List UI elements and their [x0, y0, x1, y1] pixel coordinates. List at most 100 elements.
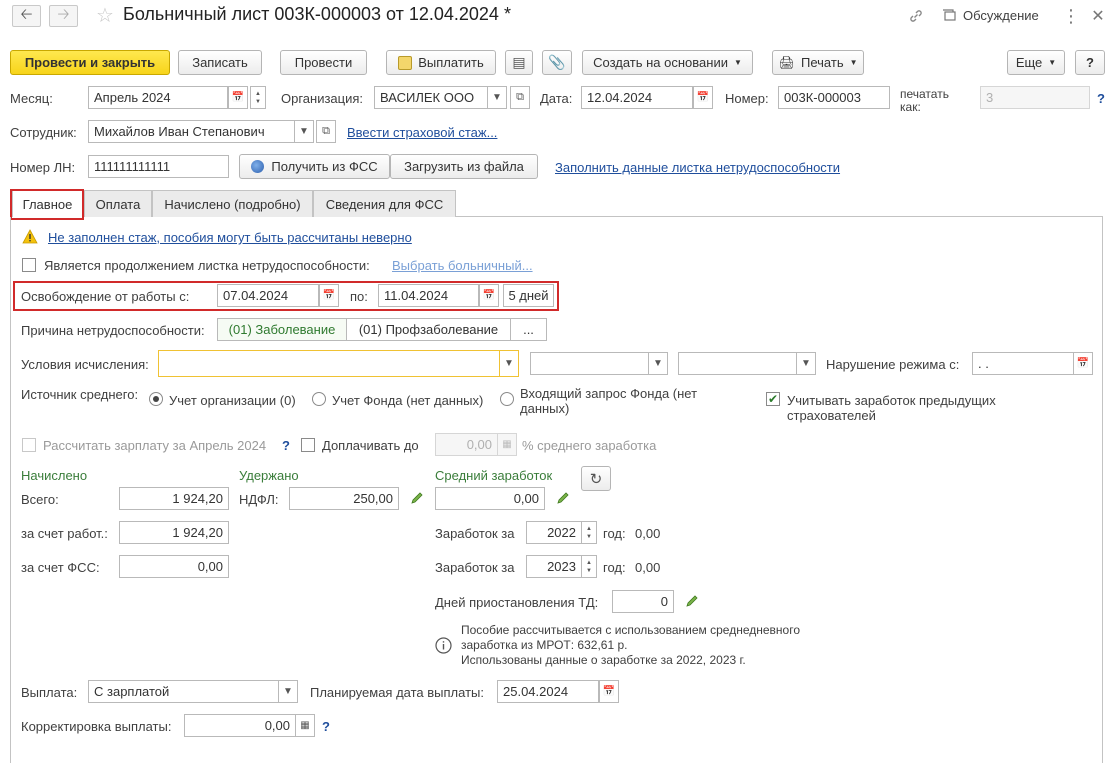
- calendar-button[interactable]: 📅: [599, 680, 619, 703]
- save-button[interactable]: Записать: [178, 50, 262, 75]
- conditions-dropdown-button-3[interactable]: ▼: [796, 352, 816, 375]
- chevron-down-icon: ▼: [1048, 58, 1057, 67]
- source-incoming-radio[interactable]: [500, 392, 514, 406]
- fill-sick-data-link[interactable]: Заполнить данные листка нетрудоспособнос…: [555, 160, 840, 175]
- payout-dropdown-button[interactable]: ▼: [278, 680, 298, 703]
- prev-earnings-checkbox[interactable]: ✔: [766, 392, 780, 406]
- open-icon: ⧉: [516, 91, 524, 103]
- panel-right-border: [1102, 217, 1103, 763]
- earnings-year-field-1[interactable]: 2022: [526, 521, 582, 544]
- date-field[interactable]: 12.04.2024: [581, 86, 693, 109]
- help-button[interactable]: ?: [1075, 50, 1105, 75]
- link-icon[interactable]: [906, 6, 926, 26]
- calendar-icon: 📅: [602, 686, 616, 697]
- calculator-button[interactable]: ▦: [497, 433, 517, 456]
- org-open-button[interactable]: ⧉: [510, 86, 530, 109]
- employee-field[interactable]: Михайлов Иван Степанович: [88, 120, 296, 143]
- avg-earnings-field[interactable]: 0,00: [435, 487, 545, 510]
- source-fund-radio[interactable]: [312, 392, 326, 406]
- source-org-radio[interactable]: [149, 392, 163, 406]
- org-label: Организация:: [281, 91, 364, 106]
- insurance-warning-link[interactable]: Не заполнен стаж, пособия могут быть рас…: [48, 230, 412, 245]
- calendar-button[interactable]: 📅: [693, 86, 713, 109]
- conditions-field-3[interactable]: [678, 352, 798, 375]
- tab-main-highlight: [10, 189, 84, 220]
- pencil-icon[interactable]: [409, 490, 425, 506]
- top-up-field[interactable]: 0,00: [435, 433, 498, 456]
- conditions-dropdown-button[interactable]: ▼: [499, 350, 519, 377]
- calculator-button[interactable]: ▦: [295, 714, 315, 737]
- star-icon[interactable]: ☆: [94, 4, 116, 27]
- calculator-icon: ▦: [300, 720, 310, 731]
- top-up-checkbox[interactable]: [301, 438, 315, 452]
- back-button[interactable]: 🡠: [12, 5, 41, 27]
- print-button[interactable]: 🖨 Печать ▼: [772, 50, 864, 75]
- ln-field[interactable]: 111111111111: [88, 155, 229, 178]
- post-button[interactable]: Провести: [280, 50, 367, 75]
- post-and-close-button[interactable]: Провести и закрыть: [10, 50, 170, 75]
- earnings-year-field-2[interactable]: 2023: [526, 555, 582, 578]
- print-as-help-icon[interactable]: ?: [1097, 91, 1105, 106]
- registry-button[interactable]: ▤: [505, 50, 533, 75]
- calendar-button[interactable]: 📅: [1073, 352, 1093, 375]
- calc-salary-label: Рассчитать зарплату за Апрель 2024: [43, 438, 267, 453]
- regime-date-field[interactable]: . .: [972, 352, 1074, 375]
- org-field[interactable]: ВАСИЛЕК ООО: [374, 86, 489, 109]
- choose-sick-leave-link[interactable]: Выбрать больничный...: [392, 258, 533, 273]
- chevron-down-icon: ▼: [492, 92, 502, 103]
- more-button[interactable]: Еще ▼: [1007, 50, 1065, 75]
- month-spinner[interactable]: ▲ ▼: [250, 86, 266, 109]
- suspension-days-label: Дней приостановления ТД:: [435, 595, 599, 610]
- suspension-days-field[interactable]: 0: [612, 590, 674, 613]
- year-spinner-2[interactable]: ▲ ▼: [581, 555, 597, 578]
- number-field[interactable]: 003К-000003: [778, 86, 890, 109]
- year-spinner-1[interactable]: ▲ ▼: [581, 521, 597, 544]
- plan-date-field[interactable]: 25.04.2024: [497, 680, 599, 703]
- insurance-record-link[interactable]: Ввести страховой стаж...: [347, 125, 497, 140]
- check-icon: ✔: [767, 392, 779, 406]
- more-vertical-icon[interactable]: ⋮: [1062, 6, 1080, 26]
- payout-field[interactable]: С зарплатой: [88, 680, 280, 703]
- month-field[interactable]: Апрель 2024: [88, 86, 228, 109]
- conditions-field-2[interactable]: [530, 352, 650, 375]
- employer-field[interactable]: 1 924,20: [119, 521, 229, 544]
- attach-button[interactable]: 📎: [542, 50, 572, 75]
- cause-occupational-button[interactable]: (01) Профзаболевание: [346, 318, 511, 341]
- load-from-file-button[interactable]: Загрузить из файла: [390, 154, 538, 179]
- forward-button[interactable]: 🡢: [49, 5, 78, 27]
- fss-field[interactable]: 0,00: [119, 555, 229, 578]
- tab-accrued-detailed[interactable]: Начислено (подробно): [152, 190, 313, 217]
- avg-earnings-header: Средний заработок: [435, 468, 553, 483]
- print-as-field[interactable]: 3: [980, 86, 1090, 109]
- release-period-highlight: [13, 281, 559, 311]
- calendar-button[interactable]: 📅: [228, 86, 248, 109]
- conditions-dropdown-button-2[interactable]: ▼: [648, 352, 668, 375]
- tab-fss-info[interactable]: Сведения для ФСС: [313, 190, 456, 217]
- cause-disease-button[interactable]: (01) Заболевание: [217, 318, 347, 341]
- calculator-icon: ▦: [502, 439, 512, 450]
- payout-label: Выплата:: [21, 685, 78, 700]
- pencil-icon[interactable]: [555, 490, 571, 506]
- refresh-button[interactable]: ↻: [581, 466, 611, 491]
- total-field[interactable]: 1 924,20: [119, 487, 229, 510]
- arrow-left-icon: 🡠: [20, 5, 33, 23]
- cause-more-button[interactable]: ...: [510, 318, 547, 341]
- correction-field[interactable]: 0,00: [184, 714, 296, 737]
- tab-payment[interactable]: Оплата: [84, 190, 152, 217]
- more-label: Еще: [1015, 55, 1043, 70]
- get-from-fss-button[interactable]: Получить из ФСС: [239, 154, 390, 179]
- ndfl-field[interactable]: 250,00: [289, 487, 399, 510]
- employee-dropdown-button[interactable]: ▼: [294, 120, 314, 143]
- pencil-icon[interactable]: [684, 593, 700, 609]
- discussion-link[interactable]: Обсуждение: [963, 8, 1039, 23]
- correction-help-icon[interactable]: ?: [322, 719, 330, 734]
- calc-salary-help-icon[interactable]: ?: [282, 438, 290, 453]
- create-based-button[interactable]: Создать на основании ▼: [582, 50, 753, 75]
- org-dropdown-button[interactable]: ▼: [487, 86, 507, 109]
- continuation-checkbox[interactable]: [22, 258, 36, 272]
- conditions-field[interactable]: [158, 350, 501, 377]
- pay-button[interactable]: Выплатить: [386, 50, 496, 75]
- close-icon[interactable]: ✕: [1090, 6, 1106, 26]
- employee-open-button[interactable]: ⧉: [316, 120, 336, 143]
- calc-salary-checkbox[interactable]: [22, 438, 36, 452]
